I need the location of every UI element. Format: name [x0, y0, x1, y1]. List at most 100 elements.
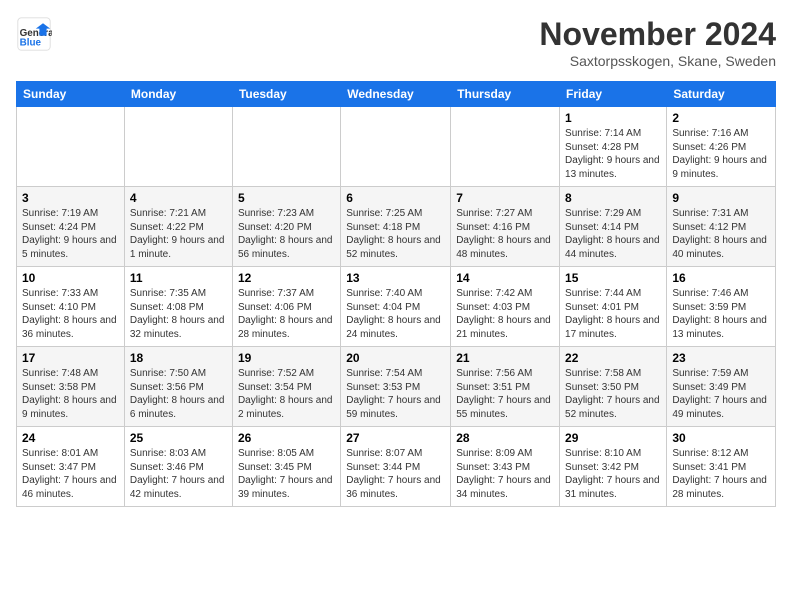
location: Saxtorpsskogen, Skane, Sweden	[539, 53, 776, 69]
day-number: 2	[672, 111, 770, 125]
page-header: General Blue November 2024 Saxtorpsskoge…	[16, 16, 776, 69]
calendar-cell: 30 Sunrise: 8:12 AM Sunset: 3:41 PM Dayli…	[667, 427, 776, 507]
day-number: 11	[130, 271, 227, 285]
calendar-cell: 6 Sunrise: 7:25 AM Sunset: 4:18 PM Daylig…	[341, 187, 451, 267]
day-number: 8	[565, 191, 661, 205]
day-info: Sunrise: 7:40 AM Sunset: 4:04 PM Dayligh…	[346, 287, 445, 341]
calendar-cell: 17 Sunrise: 7:48 AM Sunset: 3:58 PM Dayli…	[17, 347, 125, 427]
day-number: 18	[130, 351, 227, 365]
title-block: November 2024 Saxtorpsskogen, Skane, Swe…	[539, 16, 776, 69]
day-info: Sunrise: 7:29 AM Sunset: 4:14 PM Dayligh…	[565, 207, 661, 261]
day-number: 1	[565, 111, 661, 125]
day-info: Sunrise: 8:07 AM Sunset: 3:44 PM Dayligh…	[346, 447, 445, 501]
day-number: 28	[456, 431, 554, 445]
calendar-cell	[17, 107, 125, 187]
day-number: 16	[672, 271, 770, 285]
calendar-cell: 2 Sunrise: 7:16 AM Sunset: 4:26 PM Daylig…	[667, 107, 776, 187]
day-number: 17	[22, 351, 119, 365]
day-info: Sunrise: 7:31 AM Sunset: 4:12 PM Dayligh…	[672, 207, 770, 261]
day-info: Sunrise: 7:48 AM Sunset: 3:58 PM Dayligh…	[22, 367, 119, 421]
day-number: 19	[238, 351, 335, 365]
day-info: Sunrise: 7:35 AM Sunset: 4:08 PM Dayligh…	[130, 287, 227, 341]
day-number: 20	[346, 351, 445, 365]
day-number: 30	[672, 431, 770, 445]
day-info: Sunrise: 8:10 AM Sunset: 3:42 PM Dayligh…	[565, 447, 661, 501]
day-number: 4	[130, 191, 227, 205]
day-info: Sunrise: 7:33 AM Sunset: 4:10 PM Dayligh…	[22, 287, 119, 341]
day-number: 27	[346, 431, 445, 445]
calendar-header-row: SundayMondayTuesdayWednesdayThursdayFrid…	[17, 82, 776, 107]
day-info: Sunrise: 8:12 AM Sunset: 3:41 PM Dayligh…	[672, 447, 770, 501]
calendar-cell: 21 Sunrise: 7:56 AM Sunset: 3:51 PM Dayli…	[451, 347, 560, 427]
svg-text:Blue: Blue	[20, 38, 42, 49]
day-info: Sunrise: 7:16 AM Sunset: 4:26 PM Dayligh…	[672, 127, 770, 181]
day-number: 7	[456, 191, 554, 205]
day-number: 29	[565, 431, 661, 445]
day-info: Sunrise: 7:59 AM Sunset: 3:49 PM Dayligh…	[672, 367, 770, 421]
calendar-cell: 24 Sunrise: 8:01 AM Sunset: 3:47 PM Dayli…	[17, 427, 125, 507]
logo-icon: General Blue	[16, 16, 52, 52]
logo: General Blue	[16, 16, 56, 52]
day-number: 14	[456, 271, 554, 285]
calendar-header-monday: Monday	[124, 82, 232, 107]
day-number: 21	[456, 351, 554, 365]
calendar-week-row: 24 Sunrise: 8:01 AM Sunset: 3:47 PM Dayli…	[17, 427, 776, 507]
day-number: 3	[22, 191, 119, 205]
calendar-cell: 3 Sunrise: 7:19 AM Sunset: 4:24 PM Daylig…	[17, 187, 125, 267]
calendar-cell: 11 Sunrise: 7:35 AM Sunset: 4:08 PM Dayli…	[124, 267, 232, 347]
day-number: 5	[238, 191, 335, 205]
calendar-week-row: 17 Sunrise: 7:48 AM Sunset: 3:58 PM Dayli…	[17, 347, 776, 427]
calendar-cell	[124, 107, 232, 187]
day-info: Sunrise: 7:14 AM Sunset: 4:28 PM Dayligh…	[565, 127, 661, 181]
calendar-week-row: 1 Sunrise: 7:14 AM Sunset: 4:28 PM Daylig…	[17, 107, 776, 187]
calendar-cell: 23 Sunrise: 7:59 AM Sunset: 3:49 PM Dayli…	[667, 347, 776, 427]
day-number: 23	[672, 351, 770, 365]
day-number: 12	[238, 271, 335, 285]
calendar-header-tuesday: Tuesday	[232, 82, 340, 107]
day-info: Sunrise: 7:21 AM Sunset: 4:22 PM Dayligh…	[130, 207, 227, 261]
calendar-header-sunday: Sunday	[17, 82, 125, 107]
calendar-cell: 15Sunrise: 7:44 AM Sunset: 4:01 PM Dayli…	[560, 267, 667, 347]
calendar-cell: 10 Sunrise: 7:33 AM Sunset: 4:10 PM Dayli…	[17, 267, 125, 347]
day-number: 6	[346, 191, 445, 205]
calendar-week-row: 10 Sunrise: 7:33 AM Sunset: 4:10 PM Dayli…	[17, 267, 776, 347]
calendar-cell	[232, 107, 340, 187]
calendar-cell: 14 Sunrise: 7:42 AM Sunset: 4:03 PM Dayli…	[451, 267, 560, 347]
calendar-header-friday: Friday	[560, 82, 667, 107]
calendar-cell: 18 Sunrise: 7:50 AM Sunset: 3:56 PM Dayli…	[124, 347, 232, 427]
day-info: Sunrise: 7:37 AM Sunset: 4:06 PM Dayligh…	[238, 287, 335, 341]
calendar-week-row: 3 Sunrise: 7:19 AM Sunset: 4:24 PM Daylig…	[17, 187, 776, 267]
month-title: November 2024	[539, 16, 776, 53]
day-info: Sunrise: 7:25 AM Sunset: 4:18 PM Dayligh…	[346, 207, 445, 261]
day-number: 10	[22, 271, 119, 285]
day-info: Sunrise: 7:42 AM Sunset: 4:03 PM Dayligh…	[456, 287, 554, 341]
calendar-cell: 4 Sunrise: 7:21 AM Sunset: 4:22 PM Daylig…	[124, 187, 232, 267]
day-number: 24	[22, 431, 119, 445]
calendar-header-saturday: Saturday	[667, 82, 776, 107]
calendar-cell: 7Sunrise: 7:27 AM Sunset: 4:16 PM Daylig…	[451, 187, 560, 267]
calendar-cell: 8 Sunrise: 7:29 AM Sunset: 4:14 PM Daylig…	[560, 187, 667, 267]
calendar-table: SundayMondayTuesdayWednesdayThursdayFrid…	[16, 81, 776, 507]
calendar-cell: 20 Sunrise: 7:54 AM Sunset: 3:53 PM Dayli…	[341, 347, 451, 427]
calendar-cell: 12 Sunrise: 7:37 AM Sunset: 4:06 PM Dayli…	[232, 267, 340, 347]
calendar-cell: 29 Sunrise: 8:10 AM Sunset: 3:42 PM Dayli…	[560, 427, 667, 507]
day-info: Sunrise: 7:19 AM Sunset: 4:24 PM Dayligh…	[22, 207, 119, 261]
calendar-cell: 26Sunrise: 8:05 AM Sunset: 3:45 PM Dayli…	[232, 427, 340, 507]
day-info: Sunrise: 7:56 AM Sunset: 3:51 PM Dayligh…	[456, 367, 554, 421]
day-number: 22	[565, 351, 661, 365]
day-info: Sunrise: 7:50 AM Sunset: 3:56 PM Dayligh…	[130, 367, 227, 421]
calendar-cell: 19 Sunrise: 7:52 AM Sunset: 3:54 PM Dayli…	[232, 347, 340, 427]
day-info: Sunrise: 7:54 AM Sunset: 3:53 PM Dayligh…	[346, 367, 445, 421]
calendar-cell: 5 Sunrise: 7:23 AM Sunset: 4:20 PM Daylig…	[232, 187, 340, 267]
day-number: 9	[672, 191, 770, 205]
day-info: Sunrise: 7:23 AM Sunset: 4:20 PM Dayligh…	[238, 207, 335, 261]
day-info: Sunrise: 8:01 AM Sunset: 3:47 PM Dayligh…	[22, 447, 119, 501]
calendar-cell: 16Sunrise: 7:46 AM Sunset: 3:59 PM Dayli…	[667, 267, 776, 347]
day-info: Sunrise: 7:52 AM Sunset: 3:54 PM Dayligh…	[238, 367, 335, 421]
calendar-cell: 13Sunrise: 7:40 AM Sunset: 4:04 PM Dayli…	[341, 267, 451, 347]
calendar-header-wednesday: Wednesday	[341, 82, 451, 107]
calendar-cell: 22Sunrise: 7:58 AM Sunset: 3:50 PM Dayli…	[560, 347, 667, 427]
calendar-cell: 25Sunrise: 8:03 AM Sunset: 3:46 PM Dayli…	[124, 427, 232, 507]
calendar-cell	[451, 107, 560, 187]
day-info: Sunrise: 8:09 AM Sunset: 3:43 PM Dayligh…	[456, 447, 554, 501]
